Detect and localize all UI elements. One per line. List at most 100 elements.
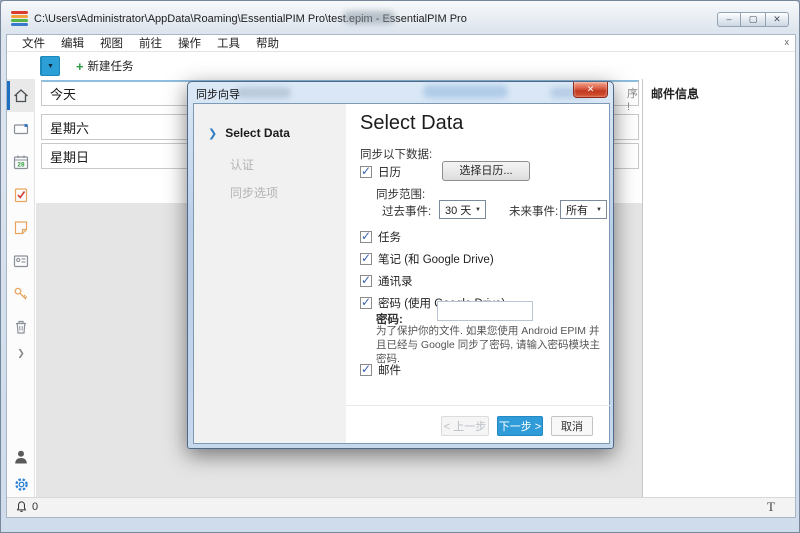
password-hint-text: 为了保护你的文件. 如果您使用 Android EPIM 并且已经与 Googl… <box>376 324 604 367</box>
calendar-checkbox-row[interactable]: 日历 <box>360 164 401 180</box>
cancel-button[interactable]: 取消 <box>551 416 593 436</box>
tasks-label: 任务 <box>378 229 401 245</box>
step-authentication: 认证 <box>230 156 254 173</box>
step-select-data[interactable]: ❯ Select Data <box>208 126 290 140</box>
sidebar-item-notes[interactable] <box>7 211 35 244</box>
plus-icon: + <box>76 59 84 74</box>
checkbox-checked-icon[interactable] <box>360 275 372 287</box>
dropdown-arrow-icon: ▼ <box>475 207 481 213</box>
menu-tools[interactable]: 工具 <box>210 34 247 52</box>
svg-text:28: 28 <box>17 161 25 168</box>
menu-view[interactable]: 视图 <box>93 34 130 52</box>
minimize-button[interactable]: – <box>717 12 741 27</box>
notes-icon <box>12 219 30 237</box>
password-input[interactable] <box>437 301 533 321</box>
contacts-label: 通讯录 <box>378 273 413 289</box>
sidebar-bottom <box>7 448 35 493</box>
choose-calendars-button[interactable]: 选择日历... <box>442 161 530 181</box>
past-events-value: 30 天 <box>445 202 471 218</box>
calendar-label: 日历 <box>378 164 401 180</box>
active-step-chevron-icon: ❯ <box>208 128 217 140</box>
day-label: 星期日 <box>50 147 89 166</box>
sidebar-item-calendar[interactable]: 28 <box>7 145 35 178</box>
menu-actions[interactable]: 操作 <box>171 34 208 52</box>
key-icon <box>12 285 30 303</box>
tasks-icon <box>12 186 30 204</box>
day-label: 星期六 <box>50 118 89 137</box>
window-title: C:\Users\Administrator\AppData\Roaming\E… <box>34 13 467 25</box>
calendar-icon: 28 <box>12 153 30 171</box>
mail-info-title: 邮件信息 <box>651 85 699 102</box>
notification-count: 0 <box>32 501 38 513</box>
new-task-button[interactable]: + 新建任务 <box>70 58 140 74</box>
next-button[interactable]: 下一步 > <box>497 416 543 436</box>
sidebar: 28 ❯ <box>7 79 35 497</box>
sidebar-item-trash[interactable] <box>7 310 35 343</box>
essentialpim-logo-icon <box>11 11 28 26</box>
menu-help[interactable]: 帮助 <box>249 34 286 52</box>
checkbox-checked-icon[interactable] <box>360 297 372 309</box>
checkbox-checked-icon[interactable] <box>360 253 372 265</box>
logo-bar-green <box>11 19 28 22</box>
caret-down-icon: ▼ <box>47 63 54 70</box>
step-label: Select Data <box>225 126 290 140</box>
past-events-select[interactable]: 30 天 ▼ <box>439 200 486 219</box>
maximize-button[interactable]: ▢ <box>741 12 765 27</box>
titlebar[interactable]: C:\Users\Administrator\AppData\Roaming\E… <box>7 6 793 32</box>
dialog-title: 同步向导 <box>196 86 240 102</box>
logo-bar-red <box>11 11 28 14</box>
redacted-blur <box>343 11 395 24</box>
mail-checkbox-row[interactable]: 邮件 <box>360 362 401 378</box>
checkbox-checked-icon[interactable] <box>360 364 372 376</box>
menubar-close-icon[interactable]: x <box>785 37 790 47</box>
past-events-label: 过去事件: <box>382 203 431 219</box>
future-events-select[interactable]: 所有 ▼ <box>560 200 607 219</box>
sidebar-item-home[interactable] <box>7 79 35 112</box>
checkbox-checked-icon[interactable] <box>360 166 372 178</box>
wizard-content: Select Data 同步以下数据: 日历 选择日历... 同步范围: 过去事… <box>346 104 611 443</box>
close-button[interactable]: ✕ <box>765 12 789 27</box>
new-event-dropdown[interactable]: ▼ <box>41 57 59 75</box>
menu-goto[interactable]: 前往 <box>132 34 169 52</box>
page-title: Select Data <box>360 112 463 135</box>
toolbar: + 新建事件 ▼ + 新建任务 <box>35 53 795 79</box>
home-icon <box>12 87 30 105</box>
intro-text: 同步以下数据: <box>360 146 432 162</box>
dialog-body: ❯ Select Data 认证 同步选项 Select Data 同步以下数据:… <box>193 103 610 444</box>
statusbar: 0 T <box>7 497 795 517</box>
settings-gear-icon[interactable] <box>13 476 30 493</box>
sidebar-expand-chevron-icon[interactable]: ❯ <box>7 343 35 363</box>
sync-range-label: 同步范围: <box>376 186 425 202</box>
bell-icon <box>15 500 28 514</box>
menu-file[interactable]: 文件 <box>15 34 52 52</box>
mail-icon <box>12 120 30 138</box>
window-controls: – ▢ ✕ <box>717 12 789 27</box>
dialog-close-button[interactable]: ✕ <box>573 82 608 98</box>
essentialpim-window: C:\Users\Administrator\AppData\Roaming\E… <box>0 0 800 533</box>
contacts-checkbox-row[interactable]: 通讯录 <box>360 273 413 289</box>
step-sync-options: 同步选项 <box>230 184 278 201</box>
sidebar-item-mail[interactable] <box>7 112 35 145</box>
day-label: 今天 <box>50 84 76 103</box>
tasks-checkbox-row[interactable]: 任务 <box>360 229 401 245</box>
checkbox-checked-icon[interactable] <box>360 231 372 243</box>
new-event-button[interactable]: + 新建事件 ▼ <box>40 56 60 76</box>
glass-blur <box>236 87 291 98</box>
future-events-label: 未来事件: <box>509 203 558 219</box>
notes-checkbox-row[interactable]: 笔记 (和 Google Drive) <box>360 251 494 267</box>
sidebar-item-contacts[interactable] <box>7 244 35 277</box>
menu-edit[interactable]: 编辑 <box>54 34 91 52</box>
notification-area[interactable]: 0 <box>15 500 38 514</box>
contacts-icon <box>12 252 30 270</box>
logo-bar-blue <box>11 23 28 26</box>
wizard-footer: < 上一步 下一步 > 取消 <box>346 405 611 445</box>
glass-blur <box>423 85 508 98</box>
sidebar-item-passwords[interactable] <box>7 277 35 310</box>
user-icon[interactable] <box>12 448 30 466</box>
text-size-tool[interactable]: T <box>767 499 775 515</box>
wizard-steps-panel: ❯ Select Data 认证 同步选项 <box>194 104 346 443</box>
sidebar-item-tasks[interactable] <box>7 178 35 211</box>
dropdown-arrow-icon: ▼ <box>596 207 602 213</box>
mail-label: 邮件 <box>378 362 401 378</box>
trash-icon <box>12 318 30 336</box>
